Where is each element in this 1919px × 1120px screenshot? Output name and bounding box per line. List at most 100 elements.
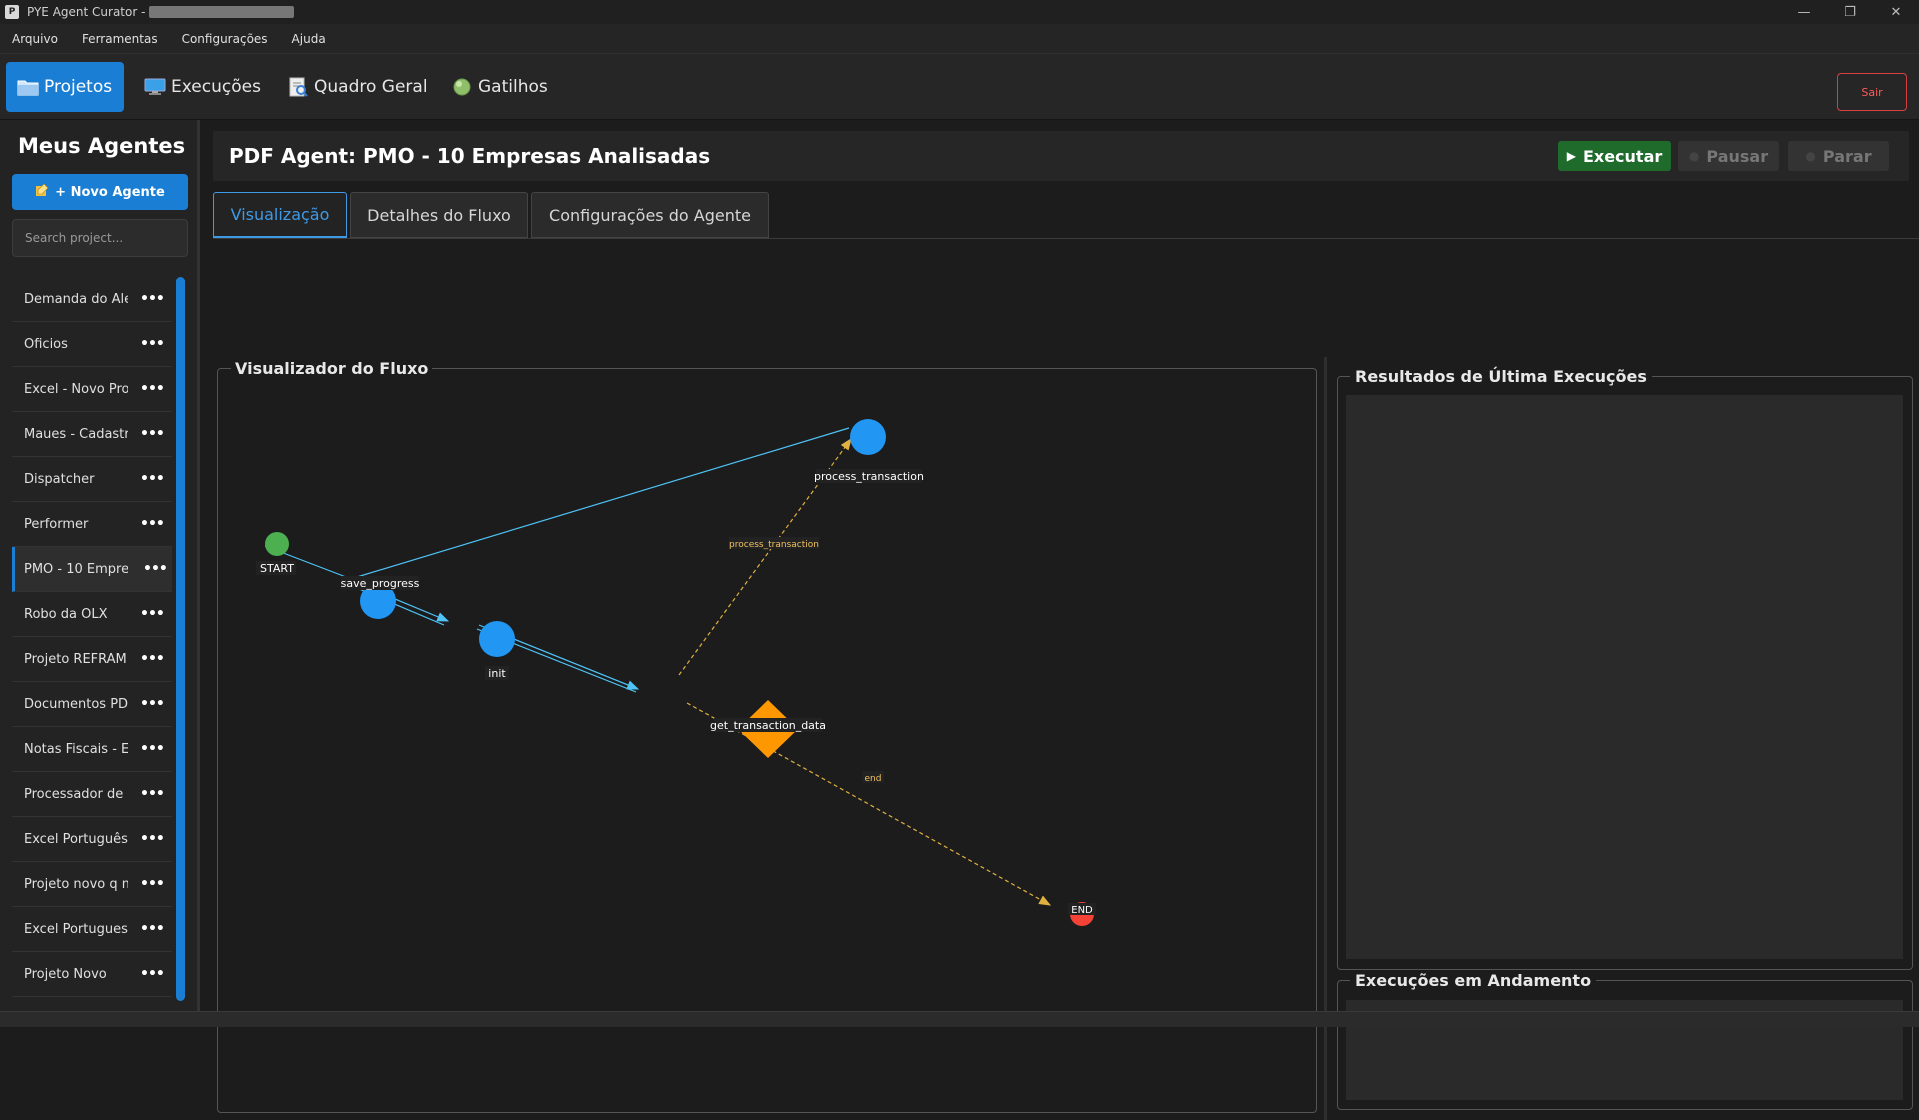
flow-visualizer-title: Visualizador do Fluxo <box>231 359 433 378</box>
running-title: Execuções em Andamento <box>1350 971 1597 990</box>
flow-canvas[interactable]: process_transaction end START save_progr… <box>218 369 1316 1112</box>
minimize-button[interactable]: — <box>1781 0 1827 24</box>
nav-projetos-button[interactable]: Projetos <box>6 62 124 112</box>
menu-bar: Arquivo Ferramentas Configurações Ajuda <box>0 24 1919 54</box>
nav-execucoes-label: Execuções <box>171 77 261 97</box>
agent-item[interactable]: Excel Português ••• <box>12 817 172 862</box>
tab-detalhes-do-fluxo[interactable]: Detalhes do Fluxo <box>350 192 528 238</box>
tab-visualizacao[interactable]: Visualização <box>213 192 347 238</box>
monitor-icon <box>143 77 167 97</box>
sidebar: Meus Agentes + Novo Agente Demanda do Al… <box>0 120 200 1011</box>
agent-name: Processador de P <box>24 786 128 802</box>
search-project-input[interactable] <box>12 219 188 257</box>
agent-menu-icon[interactable]: ••• <box>140 876 165 892</box>
agent-menu-icon[interactable]: ••• <box>140 606 165 622</box>
agent-name: Oficios <box>24 336 68 352</box>
pause-button[interactable]: ● Pausar <box>1678 141 1779 171</box>
maximize-button[interactable]: ❐ <box>1827 0 1873 24</box>
agent-menu-icon[interactable]: ••• <box>140 741 165 757</box>
panel-splitter[interactable] <box>1324 357 1327 1120</box>
agent-menu-icon[interactable]: ••• <box>140 921 165 937</box>
agent-name: PMO - 10 Empresas <box>24 561 128 577</box>
agent-name: Excel Português <box>24 831 128 847</box>
edge-label-process-transaction: process_transaction <box>729 540 819 550</box>
agent-item[interactable]: Demanda do Alex ••• <box>12 277 172 322</box>
agent-item[interactable]: Excel Portugues F ••• <box>12 907 172 952</box>
agent-menu-icon[interactable]: ••• <box>140 651 165 667</box>
agent-menu-icon[interactable]: ••• <box>140 696 165 712</box>
agent-item[interactable]: Excel - Novo Projeto ••• <box>12 367 172 412</box>
agent-item[interactable]: Performer ••• <box>12 502 172 547</box>
sidebar-scrollbar[interactable] <box>176 277 185 1001</box>
tab-content: process_transaction end START save_progr… <box>213 238 1919 1120</box>
agent-name: Notas Fiscais - Ex <box>24 741 128 757</box>
agent-name: Maues - Cadastro <box>24 426 128 442</box>
agent-menu-icon[interactable]: ••• <box>140 966 165 982</box>
edge-label-end: end <box>865 774 882 784</box>
agent-menu-icon[interactable]: ••• <box>140 426 165 442</box>
agent-list: Demanda do Alex ••• Oficios ••• Excel - No… <box>12 277 172 997</box>
agent-name: Projeto novo q m <box>24 876 128 892</box>
agent-menu-icon[interactable]: ••• <box>140 336 165 352</box>
nav-projetos-label: Projetos <box>44 77 113 97</box>
agent-item[interactable]: Maues - Cadastro ••• <box>12 412 172 457</box>
agent-item[interactable]: Notas Fiscais - Ex ••• <box>12 727 172 772</box>
nav-gatilhos-button[interactable]: Gatilhos <box>440 62 558 112</box>
status-bar <box>0 1011 1919 1027</box>
menu-configuracoes[interactable]: Configurações <box>170 24 280 54</box>
agent-item[interactable]: Documentos PDF ••• <box>12 682 172 727</box>
agent-menu-icon[interactable]: ••• <box>140 786 165 802</box>
new-agent-button[interactable]: + Novo Agente <box>12 174 188 210</box>
menu-arquivo[interactable]: Arquivo <box>0 24 70 54</box>
nav-execucoes-button[interactable]: Execuções <box>133 62 271 112</box>
execute-button[interactable]: ▶ Executar <box>1558 141 1671 171</box>
window-controls: — ❐ ✕ <box>1781 0 1919 24</box>
edge-get-transaction-end <box>686 702 1052 906</box>
agent-menu-icon[interactable]: ••• <box>140 831 165 847</box>
stop-button[interactable]: ● Parar <box>1788 141 1889 171</box>
agent-name: Projeto REFRAME <box>24 651 128 667</box>
results-title: Resultados de Última Execuções <box>1350 367 1652 386</box>
agent-menu-icon[interactable]: ••• <box>140 291 165 307</box>
agent-menu-icon[interactable]: ••• <box>140 381 165 397</box>
node-start[interactable] <box>265 532 289 556</box>
main-panel: PDF Agent: PMO - 10 Empresas Analisadas … <box>203 120 1919 1120</box>
agent-item[interactable]: Dispatcher ••• <box>12 457 172 502</box>
agent-item[interactable]: Projeto Novo ••• <box>12 952 172 997</box>
document-search-icon <box>286 77 310 97</box>
agent-item[interactable]: Processador de P ••• <box>12 772 172 817</box>
menu-ferramentas[interactable]: Ferramentas <box>70 24 170 54</box>
agent-menu-icon[interactable]: ••• <box>140 471 165 487</box>
tab-configuracoes-do-agente[interactable]: Configurações do Agente <box>531 192 769 238</box>
results-area[interactable] <box>1346 395 1903 959</box>
agent-title: PDF Agent: PMO - 10 Empresas Analisadas <box>229 144 711 168</box>
agent-menu-icon[interactable]: ••• <box>140 516 165 532</box>
node-process-transaction[interactable] <box>850 419 886 455</box>
agent-item[interactable]: Projeto REFRAME ••• <box>12 637 172 682</box>
agent-item[interactable]: Projeto novo q m ••• <box>12 862 172 907</box>
node-init[interactable] <box>479 621 515 657</box>
sair-button[interactable]: Sair <box>1837 73 1907 111</box>
edge-save-progress-process-transaction <box>356 427 850 578</box>
nav-gatilhos-label: Gatilhos <box>478 77 548 97</box>
execute-label: Executar <box>1582 146 1663 166</box>
new-agent-icon <box>35 183 49 201</box>
pause-label: Pausar <box>1706 146 1769 166</box>
trigger-orb-icon <box>450 77 474 97</box>
close-button[interactable]: ✕ <box>1873 0 1919 24</box>
pause-icon: ● <box>1688 149 1700 163</box>
menu-ajuda[interactable]: Ajuda <box>280 24 338 54</box>
agent-item-selected[interactable]: PMO - 10 Empresas ••• <box>12 547 172 592</box>
agent-name: Documentos PDF <box>24 696 128 712</box>
window-titlebar: P PYE Agent Curator - — ❐ ✕ <box>0 0 1919 24</box>
app-logo-icon: P <box>5 5 19 19</box>
agent-name: Robo da OLX <box>24 606 108 622</box>
agent-item[interactable]: Oficios ••• <box>12 322 172 367</box>
node-label-process-transaction: process_transaction <box>814 470 924 483</box>
agent-name: Excel Portugues F <box>24 921 128 937</box>
agent-menu-icon[interactable]: ••• <box>143 561 168 577</box>
nav-quadro-geral-button[interactable]: Quadro Geral <box>276 62 438 112</box>
agent-item[interactable]: Robo da OLX ••• <box>12 592 172 637</box>
stop-icon: ● <box>1805 149 1816 163</box>
node-label-get-transaction-data: get_transaction_data <box>710 719 826 732</box>
